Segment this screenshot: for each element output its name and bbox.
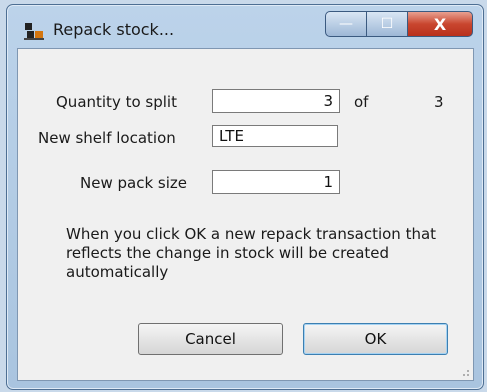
- info-message: When you click OK a new repack transacti…: [66, 225, 437, 281]
- maximize-icon: ☐: [380, 16, 394, 32]
- cancel-button[interactable]: Cancel: [138, 323, 283, 355]
- of-total-value: 3: [434, 93, 444, 111]
- minimize-icon: —: [339, 16, 353, 32]
- close-icon: X: [433, 14, 447, 34]
- quantity-input[interactable]: [212, 89, 340, 113]
- pallet-stack-icon: [24, 23, 44, 40]
- quantity-label: Quantity to split: [56, 93, 177, 111]
- cancel-label: Cancel: [185, 330, 236, 348]
- ok-button[interactable]: OK: [303, 323, 448, 355]
- pack-size-input[interactable]: [212, 170, 340, 194]
- of-label: of: [354, 93, 369, 111]
- title-bar[interactable]: Repack stock... — ☐ X: [7, 5, 483, 49]
- maximize-button[interactable]: ☐: [367, 11, 408, 37]
- minimize-button[interactable]: —: [325, 11, 367, 37]
- ok-label: OK: [364, 330, 387, 348]
- window-title: Repack stock...: [53, 20, 175, 39]
- location-input[interactable]: [212, 125, 338, 147]
- pack-size-label: New pack size: [80, 174, 187, 192]
- close-button[interactable]: X: [408, 11, 473, 37]
- dialog-content: Quantity to split of 3 New shelf locatio…: [17, 48, 474, 381]
- caption-buttons: — ☐ X: [325, 11, 473, 37]
- resize-grip-icon[interactable]: [460, 367, 470, 377]
- repack-stock-dialog: Repack stock... — ☐ X Quantity to split …: [6, 4, 484, 390]
- location-label: New shelf location: [38, 129, 176, 147]
